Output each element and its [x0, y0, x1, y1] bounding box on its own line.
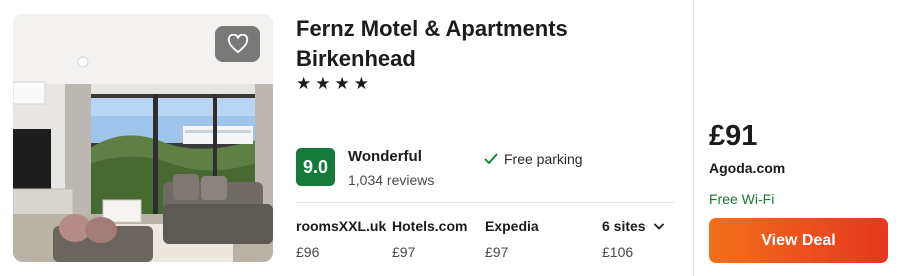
site-offer-expedia[interactable]: Expedia £97 [485, 218, 539, 260]
amenity-label: Free parking [504, 151, 583, 167]
more-sites-dropdown[interactable]: 6 sites £106 [602, 218, 664, 260]
site-name: Expedia [485, 218, 539, 234]
check-icon [484, 153, 498, 164]
site-name: Hotels.com [392, 218, 468, 234]
favorite-button[interactable] [215, 26, 260, 62]
review-count[interactable]: 1,034 reviews [348, 172, 434, 188]
amenity-free-parking: Free parking [484, 151, 583, 167]
rating-score-badge[interactable]: 9.0 [296, 148, 335, 186]
hotel-result-card: Fernz Motel & Apartments Birkenhead ★★★★… [0, 0, 905, 276]
view-deal-button[interactable]: View Deal [709, 218, 888, 263]
site-price: £96 [296, 244, 320, 260]
site-price: £97 [392, 244, 416, 260]
hotel-name[interactable]: Fernz Motel & Apartments Birkenhead [296, 14, 676, 74]
best-deal-price[interactable]: £91 [709, 120, 757, 153]
hotel-name-line2: Birkenhead [296, 46, 416, 71]
rating-label[interactable]: Wonderful [348, 148, 422, 165]
column-divider [693, 0, 694, 276]
more-sites-label: 6 sites [602, 218, 646, 234]
site-price: £97 [485, 244, 509, 260]
site-offer-roomsxxl[interactable]: roomsXXL.uk £96 [296, 218, 386, 260]
hotel-name-line1: Fernz Motel & Apartments [296, 16, 568, 41]
star-rating: ★★★★ [296, 74, 373, 93]
chevron-down-icon [653, 223, 664, 229]
divider [296, 202, 674, 203]
site-name: roomsXXL.uk [296, 218, 387, 234]
best-deal-site: Agoda.com [709, 160, 786, 176]
best-deal-perk: Free Wi-Fi [709, 191, 775, 207]
site-price: £106 [602, 244, 634, 260]
site-offer-hotels-com[interactable]: Hotels.com £97 [392, 218, 467, 260]
heart-icon [227, 34, 248, 54]
